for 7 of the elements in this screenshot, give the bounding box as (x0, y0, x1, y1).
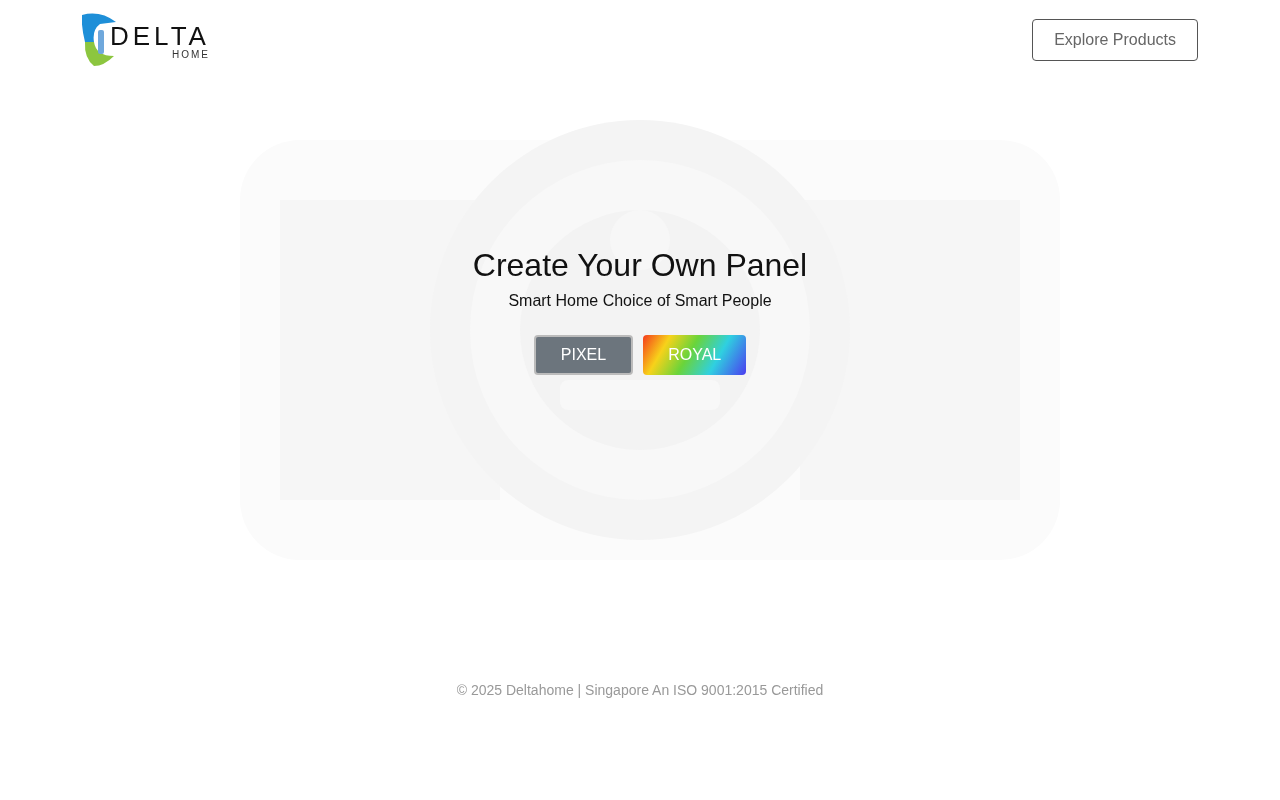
panel-option-button[interactable]: PIXEL (533, 335, 634, 375)
hero-title: Create Your Own Panel (472, 246, 808, 285)
hero-subtitle: Smart Home Choice of Smart People (508, 291, 772, 311)
copyright-text: © 2025 Deltahome | Singapore An ISO 9001:2015 Certified (456, 682, 824, 698)
logo-subtext: HOME (171, 49, 210, 61)
explore-products-button[interactable]: Explore Products (1032, 19, 1198, 61)
logo-text: DELTA (110, 23, 210, 49)
